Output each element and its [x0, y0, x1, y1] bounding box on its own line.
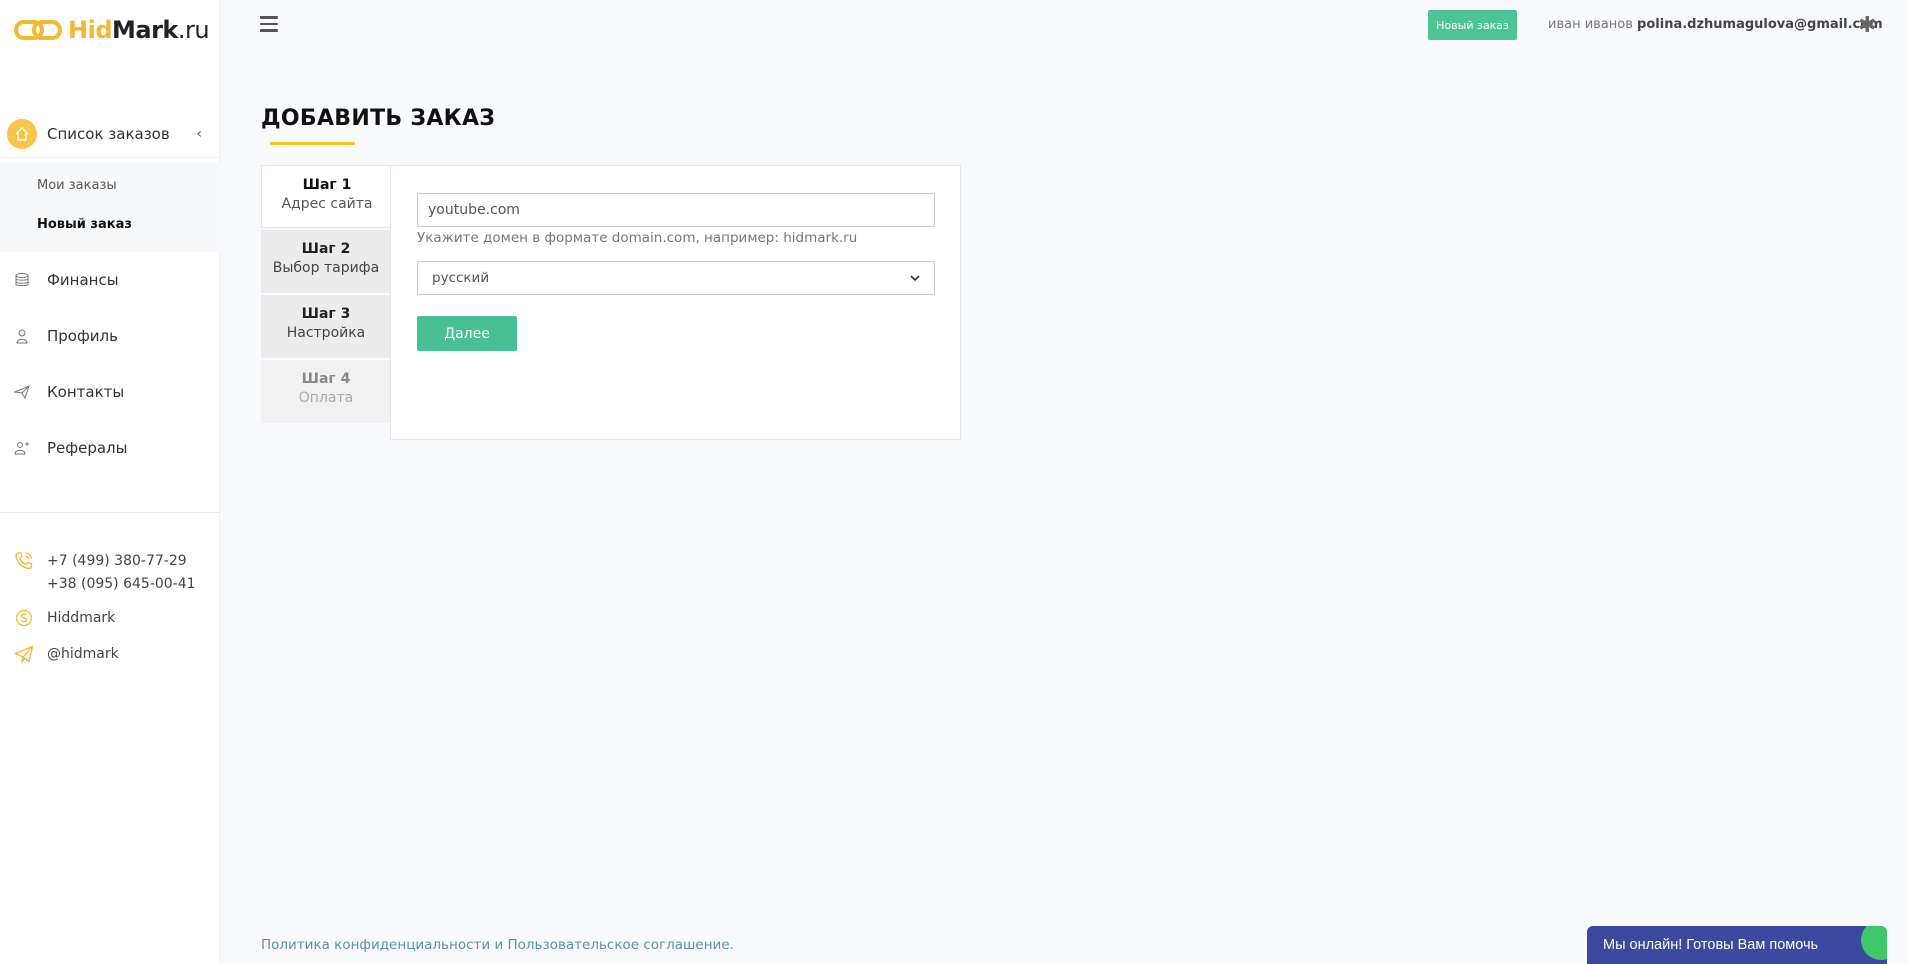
- chat-widget-label: Мы онлайн! Готовы Вам помочь: [1603, 937, 1819, 953]
- step-number: Шаг 1: [302, 177, 352, 193]
- user-info[interactable]: иван иванов polina.dzhumagulova@gmail.co…: [1548, 17, 1883, 32]
- sidebar-item-label: Финансы: [47, 271, 119, 289]
- domain-hint: Укажите домен в формате domain.com, напр…: [417, 230, 858, 246]
- privacy-policy-link[interactable]: Политика конфиденциальности и Пользовате…: [261, 937, 734, 953]
- contact-skype[interactable]: Hiddmark: [0, 607, 220, 630]
- chevron-left-icon[interactable]: ‹: [196, 126, 202, 142]
- home-icon: [7, 118, 37, 149]
- step-settings[interactable]: Шаг 3 Настройка: [261, 295, 391, 358]
- sidebar-item-contacts[interactable]: Контакты: [0, 376, 220, 408]
- chat-status-dot: [1861, 926, 1887, 960]
- new-order-button[interactable]: Новый заказ: [1428, 10, 1517, 40]
- language-select[interactable]: русский: [417, 261, 935, 295]
- contact-phone-2[interactable]: +38 (095) 645-00-41: [47, 573, 196, 596]
- step-name: Выбор тарифа: [272, 260, 380, 276]
- next-button[interactable]: Далее: [417, 316, 517, 351]
- sidebar-item-profile[interactable]: Профиль: [0, 320, 220, 352]
- user-name: иван иванов: [1548, 17, 1633, 32]
- step-name: Адрес сайта: [281, 196, 373, 212]
- skype-icon: [13, 607, 35, 629]
- step-site-address[interactable]: Шаг 1 Адрес сайта: [261, 165, 392, 228]
- contact-phones: +7 (499) 380-77-29 +38 (095) 645-00-41: [0, 550, 220, 596]
- step-tariff[interactable]: Шаг 2 Выбор тарифа: [261, 230, 391, 293]
- chevron-down-icon: [910, 275, 920, 282]
- phone-icon: [13, 550, 35, 572]
- step-name: Оплата: [298, 390, 354, 406]
- sidebar-item-label: Профиль: [47, 327, 118, 345]
- referral-icon: [12, 438, 32, 458]
- chat-widget[interactable]: Мы онлайн! Готовы Вам помочь: [1587, 926, 1887, 964]
- gear-icon[interactable]: ✱: [1858, 13, 1876, 38]
- telegram-icon: [13, 643, 35, 665]
- logo-ru: .ru: [177, 16, 210, 44]
- chain-link-icon: [14, 20, 62, 40]
- sidebar-item-label: Контакты: [47, 383, 125, 401]
- language-selected-value: русский: [432, 270, 490, 286]
- contact-telegram-label: @hidmark: [47, 646, 119, 662]
- orders-subnav: Мои заказы Новый заказ: [0, 162, 220, 252]
- contact-telegram[interactable]: @hidmark: [0, 643, 220, 666]
- sidebar: HidMark.ru Список заказов ‹ Мои заказы Н…: [0, 0, 220, 964]
- domain-input[interactable]: [417, 193, 935, 227]
- contact-phone-1[interactable]: +7 (499) 380-77-29: [47, 550, 196, 573]
- sidebar-item-label: Список заказов: [47, 124, 170, 143]
- title-underline: [270, 142, 355, 145]
- sidebar-subitem-my-orders[interactable]: Мои заказы: [37, 178, 117, 193]
- sidebar-divider: [0, 512, 220, 513]
- logo-text: HidMark.ru: [68, 16, 210, 44]
- sidebar-item-referrals[interactable]: Рефералы: [0, 432, 220, 464]
- logo-hid: Hid: [68, 16, 113, 44]
- contact-skype-label: Hiddmark: [47, 610, 116, 626]
- step-name: Настройка: [286, 325, 366, 341]
- user-email: polina.dzhumagulova@gmail.com: [1637, 17, 1883, 32]
- user-icon: [12, 326, 32, 346]
- step-number: Шаг 4: [301, 371, 351, 387]
- database-icon: [12, 270, 32, 290]
- step-number: Шаг 2: [301, 241, 351, 257]
- send-icon: [12, 382, 32, 402]
- menu-toggle-icon[interactable]: [260, 16, 278, 32]
- sidebar-item-label: Рефералы: [47, 439, 128, 457]
- sidebar-item-orders[interactable]: Список заказов ‹: [0, 110, 220, 158]
- step-panel: Укажите домен в формате domain.com, напр…: [390, 165, 961, 440]
- step-payment: Шаг 4 Оплата: [261, 360, 391, 423]
- logo[interactable]: HidMark.ru: [14, 14, 210, 46]
- step-number: Шаг 3: [301, 306, 351, 322]
- sidebar-item-finances[interactable]: Финансы: [0, 264, 220, 296]
- page-title: ДОБАВИТЬ ЗАКАЗ: [261, 106, 496, 131]
- logo-mark: Mark: [112, 16, 178, 44]
- sidebar-subitem-new-order[interactable]: Новый заказ: [37, 217, 132, 232]
